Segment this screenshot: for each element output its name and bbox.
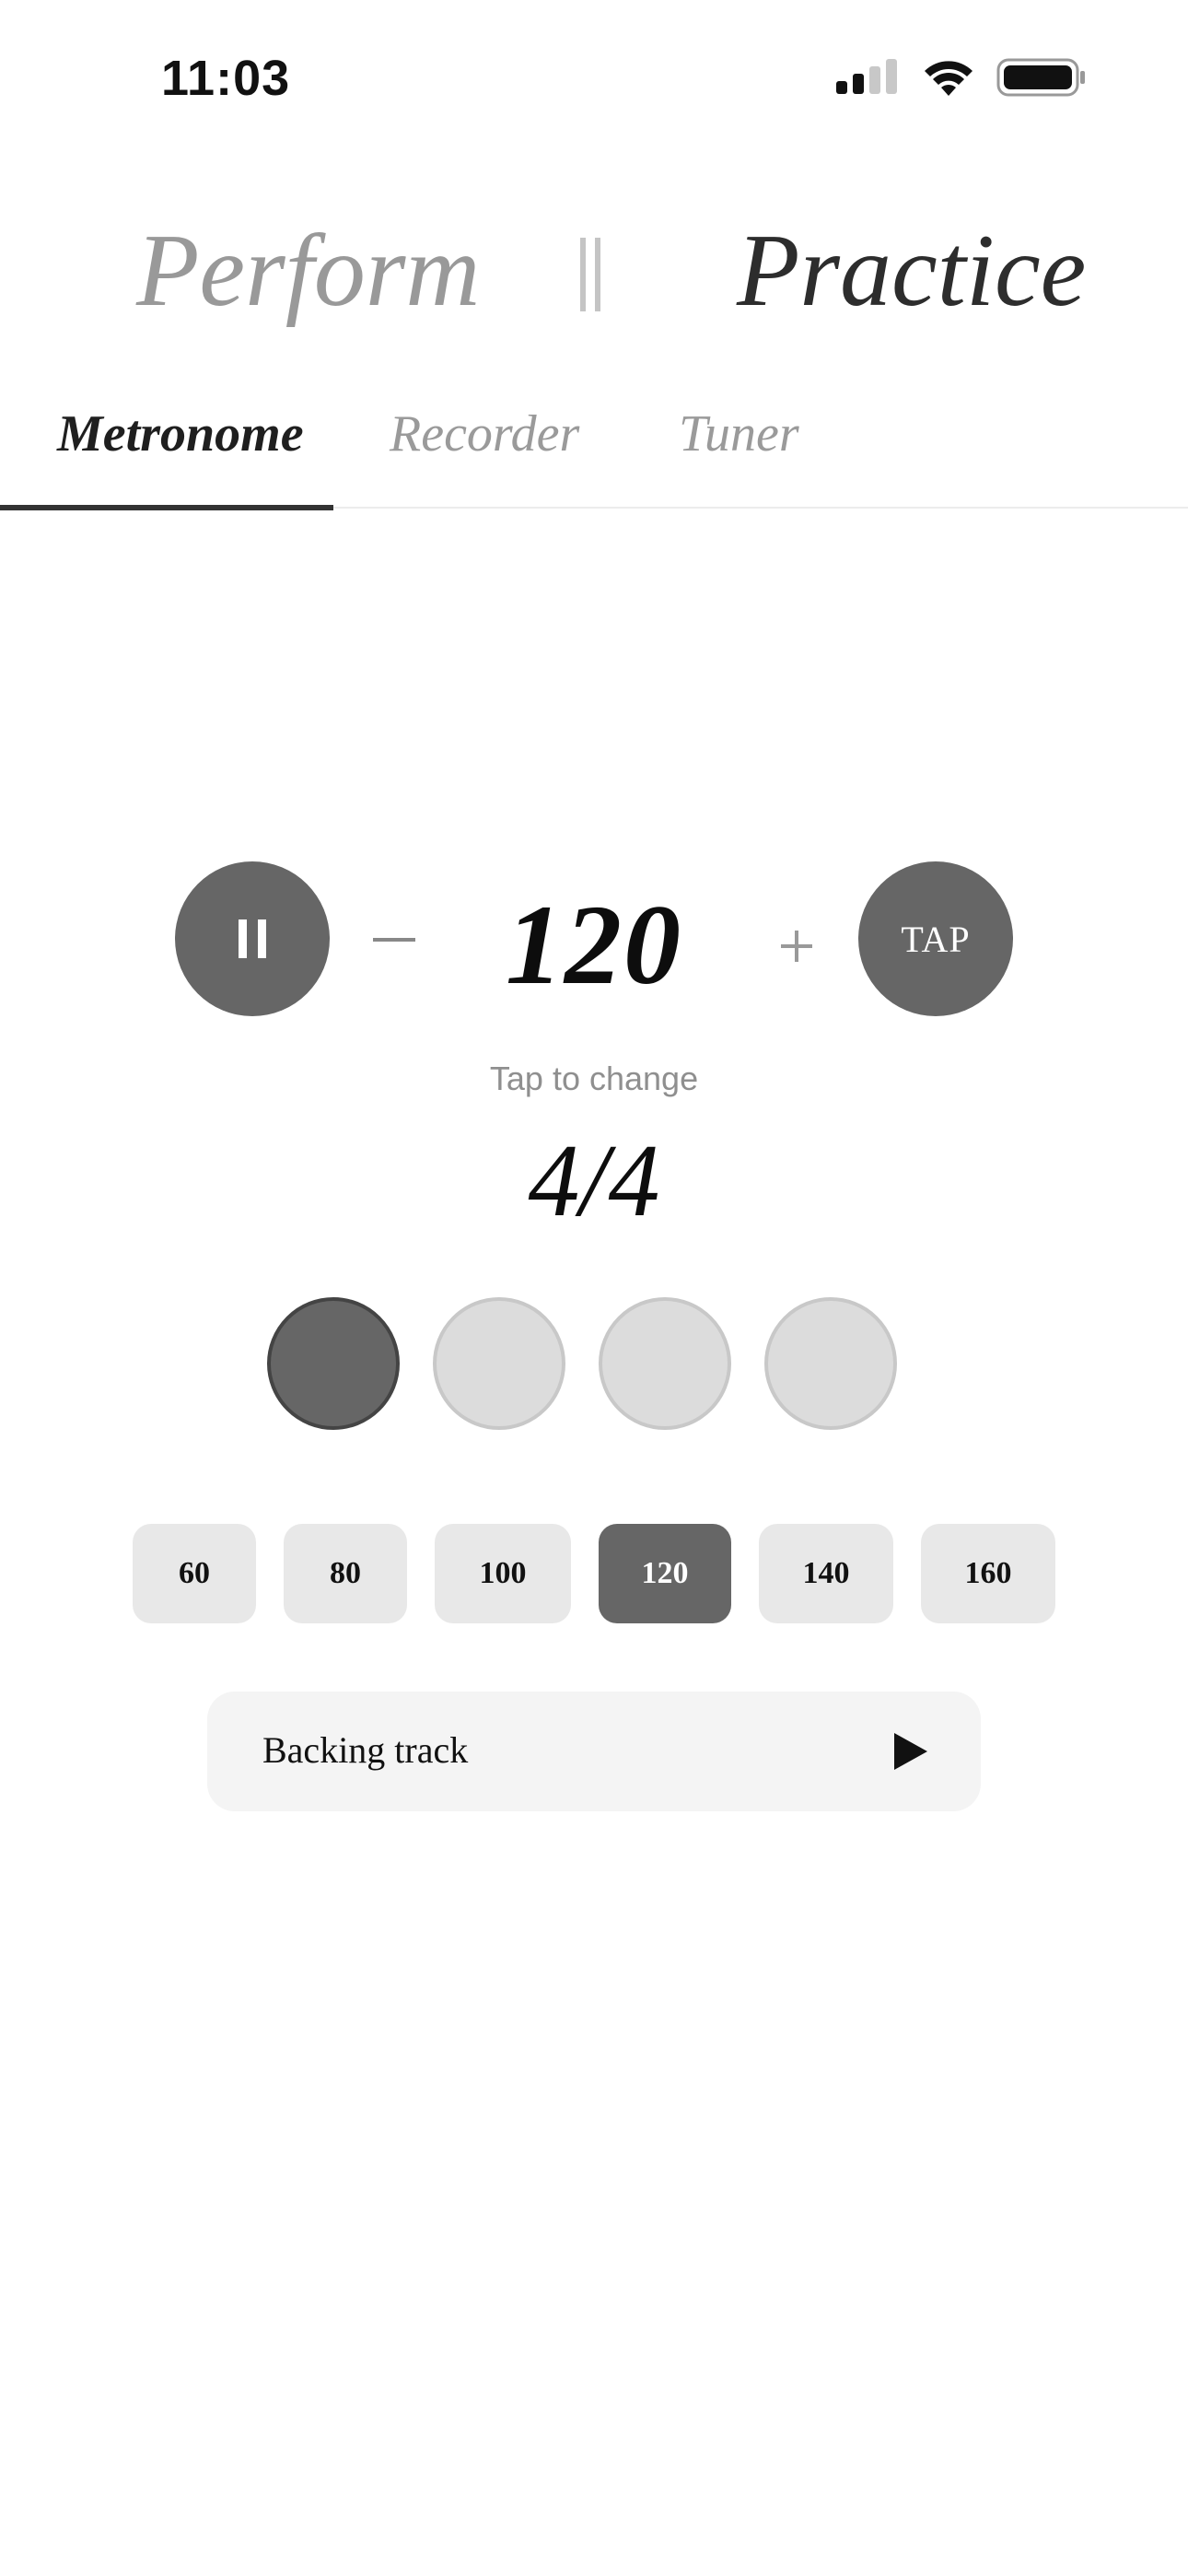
- preset-button[interactable]: 60: [133, 1524, 256, 1623]
- tap-hint: Tap to change: [489, 1060, 699, 1097]
- preset-button[interactable]: 160: [921, 1524, 1055, 1623]
- increase-tempo-button[interactable]: [781, 931, 812, 962]
- tab-recorder[interactable]: Recorder: [390, 404, 579, 463]
- preset-button[interactable]: 120: [599, 1524, 731, 1623]
- wifi-icon: [925, 61, 973, 96]
- pause-icon: [239, 919, 266, 958]
- mode-switcher: Perform Practice: [0, 193, 1188, 341]
- beat-indicator-4: [764, 1297, 897, 1430]
- backing-track-label: Backing track: [262, 1729, 469, 1771]
- status-time: 11:03: [161, 51, 291, 106]
- tempo-value[interactable]: 120: [456, 880, 732, 1011]
- beat-indicator-2: [433, 1297, 565, 1430]
- decrease-tempo-button[interactable]: [373, 918, 415, 960]
- mode-practice[interactable]: Practice: [737, 212, 1086, 331]
- tab-metronome[interactable]: Metronome: [57, 404, 304, 463]
- cellular-signal-icon: [836, 59, 897, 94]
- beat-indicator-1: [267, 1297, 400, 1430]
- time-signature[interactable]: 4/4: [0, 1122, 1188, 1241]
- tempo-presets: 60 80 100 120 140 160: [133, 1524, 1055, 1623]
- tap-tempo-button[interactable]: TAP: [858, 861, 1013, 1016]
- pause-button[interactable]: [175, 861, 330, 1016]
- practice-tabs: Metronome Recorder Tuner: [0, 392, 1188, 510]
- status-icons: [836, 57, 1087, 98]
- preset-button[interactable]: 80: [284, 1524, 407, 1623]
- beat-indicator-3: [599, 1297, 731, 1430]
- preset-button[interactable]: 140: [759, 1524, 893, 1623]
- mode-divider: [578, 238, 604, 311]
- preset-button[interactable]: 100: [435, 1524, 571, 1623]
- beat-indicators: [267, 1297, 897, 1430]
- mode-perform[interactable]: Perform: [136, 212, 480, 331]
- battery-icon: [996, 58, 1085, 97]
- minus-icon: [373, 938, 415, 942]
- backing-track-row[interactable]: Backing track: [207, 1692, 981, 1811]
- play-icon[interactable]: [894, 1733, 927, 1770]
- active-tab-indicator: [0, 505, 333, 510]
- tab-tuner[interactable]: Tuner: [679, 404, 799, 463]
